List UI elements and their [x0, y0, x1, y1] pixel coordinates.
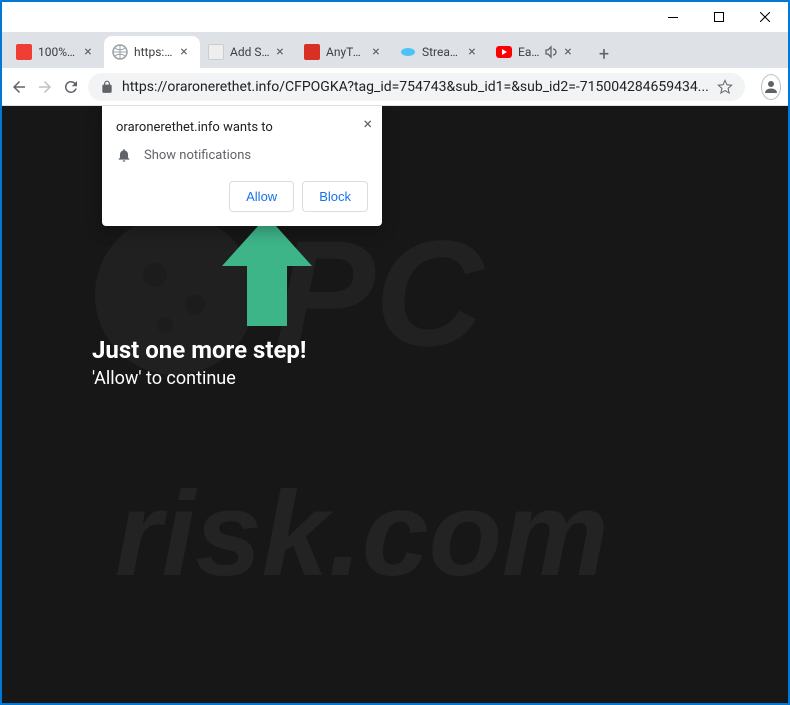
- page-subheading: 'Allow' to continue: [92, 368, 236, 389]
- tab-title: Eagle: [518, 45, 542, 59]
- permission-request-text: Show notifications: [144, 148, 251, 163]
- tab-favicon-icon: [400, 44, 416, 60]
- tab-close-icon[interactable]: ×: [176, 44, 192, 60]
- tab-close-icon[interactable]: ×: [464, 44, 480, 60]
- new-tab-button[interactable]: +: [590, 40, 618, 68]
- tab-close-icon[interactable]: ×: [272, 44, 288, 60]
- window-close-button[interactable]: [742, 2, 788, 32]
- audio-playing-icon[interactable]: [544, 45, 558, 59]
- tab-title: https://o: [134, 45, 174, 59]
- tab-title: 100% Fr: [38, 45, 78, 59]
- page-heading: Just one more step!: [92, 336, 306, 364]
- notification-permission-dialog: × oraronerethet.info wants to Show notif…: [102, 106, 382, 226]
- address-bar[interactable]: https://oraronerethet.info/CFPOGKA?tag_i…: [88, 73, 745, 101]
- bell-icon: [116, 147, 132, 163]
- block-button[interactable]: Block: [302, 181, 368, 212]
- tab-2[interactable]: Add Sea ×: [200, 36, 296, 68]
- tabstrip: 100% Fr × https://o × Add Sea × AnyTem ×…: [2, 32, 788, 68]
- tab-favicon-icon: [304, 44, 320, 60]
- back-button[interactable]: [10, 73, 28, 101]
- tab-0[interactable]: 100% Fr ×: [8, 36, 104, 68]
- tab-title: Streamin: [422, 45, 462, 59]
- permission-request-row: Show notifications: [116, 147, 368, 163]
- tab-favicon-icon: [112, 44, 128, 60]
- window-maximize-button[interactable]: [696, 2, 742, 32]
- tab-title: AnyTem: [326, 45, 366, 59]
- tab-close-icon[interactable]: ×: [80, 44, 96, 60]
- profile-button[interactable]: [761, 74, 781, 100]
- tab-5[interactable]: Eagle ×: [488, 36, 584, 68]
- tab-title: Add Sea: [230, 45, 270, 59]
- svg-text:risk.com: risk.com: [115, 467, 609, 601]
- tab-1[interactable]: https://o ×: [104, 36, 200, 68]
- watermark: PC risk.com: [45, 155, 745, 655]
- tab-4[interactable]: Streamin ×: [392, 36, 488, 68]
- reload-button[interactable]: [62, 73, 80, 101]
- lock-icon[interactable]: [100, 80, 114, 94]
- window-minimize-button[interactable]: [650, 2, 696, 32]
- forward-button[interactable]: [36, 73, 54, 101]
- tab-close-icon[interactable]: ×: [560, 44, 576, 60]
- tab-favicon-icon: [208, 44, 224, 60]
- url-text: https://oraronerethet.info/CFPOGKA?tag_i…: [122, 79, 709, 95]
- tab-close-icon[interactable]: ×: [368, 44, 384, 60]
- page-content: PC risk.com × oraronerethet.info wants t…: [2, 106, 788, 703]
- permission-title: oraronerethet.info wants to: [116, 120, 368, 135]
- titlebar: [2, 2, 788, 32]
- tab-3[interactable]: AnyTem ×: [296, 36, 392, 68]
- permission-close-button[interactable]: ×: [363, 114, 372, 133]
- tab-favicon-icon: [496, 44, 512, 60]
- tab-favicon-icon: [16, 44, 32, 60]
- allow-button[interactable]: Allow: [229, 181, 294, 212]
- bookmark-star-icon[interactable]: [717, 79, 733, 95]
- up-arrow-icon: [222, 216, 312, 326]
- toolbar: https://oraronerethet.info/CFPOGKA?tag_i…: [2, 68, 788, 106]
